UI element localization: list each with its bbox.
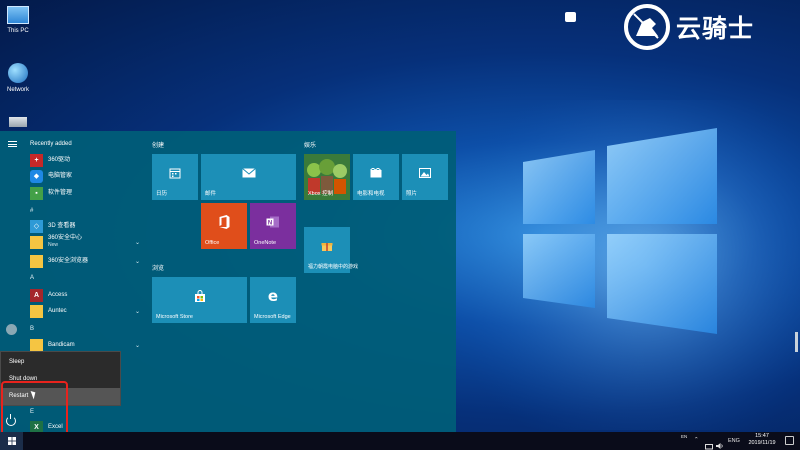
edge-icon: e [268,289,278,303]
access-icon: A [30,288,43,302]
film-icon [370,168,382,178]
app-auntec[interactable]: Auntec ⌄ [30,303,144,319]
network-globe-icon [8,63,28,83]
pc-manager-icon: ◆ [30,169,43,183]
svg-text:e: e [268,289,278,303]
power-option-sleep[interactable]: Sleep [1,354,120,371]
tray-chevron-up-icon[interactable]: ⌃ [694,437,699,450]
start-button[interactable] [0,432,23,450]
knight-horse-logo [624,4,670,50]
watermark: 云骑士 [622,2,754,52]
gift-box-icon [321,243,333,252]
3d-viewer-icon: ◇ [30,219,43,233]
tile-calendar[interactable]: 日历 [152,154,198,200]
watermark-text: 云骑士 [676,14,755,43]
language-indicator[interactable]: ENG [728,438,740,450]
onenote-icon: N [266,216,279,228]
folder-icon [30,235,43,249]
clock[interactable]: 15:47 2019/11/19 [740,433,784,447]
tray-ime-indicator[interactable]: EN [681,434,687,450]
tile-photos[interactable]: 照片 [402,154,448,200]
volume-icon[interactable] [716,437,724,450]
desktop-icon-network[interactable]: Network [0,63,42,93]
tile-microsoft-store[interactable]: Microsoft Store [152,277,247,323]
app-software-manager[interactable]: ▪ 软件管理 [30,185,144,201]
recently-added-title: Recently added [30,141,72,147]
recycle-bin-icon [9,117,27,127]
taskbar: EN ⌃ ENG 15:47 2019/11/19 [0,432,800,450]
group-title-browse[interactable]: 浏览 [152,263,164,272]
user-avatar-icon[interactable] [6,324,17,335]
section-letter[interactable]: A [30,275,34,281]
action-center-icon[interactable] [785,436,794,445]
tile-xbox[interactable]: Xbox 控制 [304,154,350,200]
tile-office[interactable]: Office [201,203,247,249]
chevron-down-icon[interactable]: ⌄ [135,308,140,315]
desktop-icon-label: This PC [7,28,29,34]
app-360-driver[interactable]: + 360驱动 [30,152,144,168]
network-icon[interactable] [705,438,713,450]
tile-microsoft-edge[interactable]: e Microsoft Edge [250,277,296,323]
app-access[interactable]: A Access [30,287,144,303]
section-letter[interactable]: # [30,208,33,214]
folder-icon [30,338,43,352]
tile-movies-tv[interactable]: 电影和电视 [353,154,399,200]
hamburger-menu-icon[interactable] [8,141,17,147]
windows-logo-wallpaper [455,100,800,430]
folder-icon [30,304,43,318]
clock-date: 2019/11/19 [748,440,776,446]
section-letter[interactable]: B [30,326,34,332]
tshirt-icon [565,12,576,22]
chevron-down-icon[interactable]: ⌄ [135,239,140,246]
group-title-play[interactable]: 娱乐 [304,140,316,149]
tile-onenote[interactable]: N OneNote [250,203,296,249]
scrollbar-thumb[interactable] [795,332,798,352]
app-360-security-center[interactable]: 360安全中心 New ⌄ [30,234,144,250]
windows-start-icon [8,437,16,445]
group-title-create[interactable]: 创建 [152,140,164,149]
clock-time: 15:47 [755,433,769,439]
software-manager-icon: ▪ [30,186,43,200]
mail-icon [241,168,256,178]
app-3d-viewer[interactable]: ◇ 3D 查看器 [30,218,144,234]
computer-icon [7,6,29,24]
svg-text:N: N [268,221,272,227]
tile-games-folder[interactable]: 福力朝霞电脑中的游戏 [304,227,358,273]
calendar-icon [169,168,181,179]
app-pc-manager[interactable]: ◆ 电脑管家 [30,168,144,184]
tile-mail[interactable]: 邮件 [201,154,296,200]
folder-icon [30,254,43,268]
chevron-down-icon[interactable]: ⌄ [135,342,140,349]
360-driver-icon: + [30,153,43,167]
app-360-browser[interactable]: 360安全浏览器 ⌄ [30,253,144,269]
photo-icon [419,168,431,179]
desktop-icon-this-pc[interactable]: This PC [0,6,42,34]
desktop-icon-recycle-bin[interactable] [0,117,42,131]
chevron-down-icon[interactable]: ⌄ [135,258,140,265]
office-icon [219,215,230,230]
desktop-icon-label: Network [6,87,29,93]
store-bag-icon [194,290,205,303]
